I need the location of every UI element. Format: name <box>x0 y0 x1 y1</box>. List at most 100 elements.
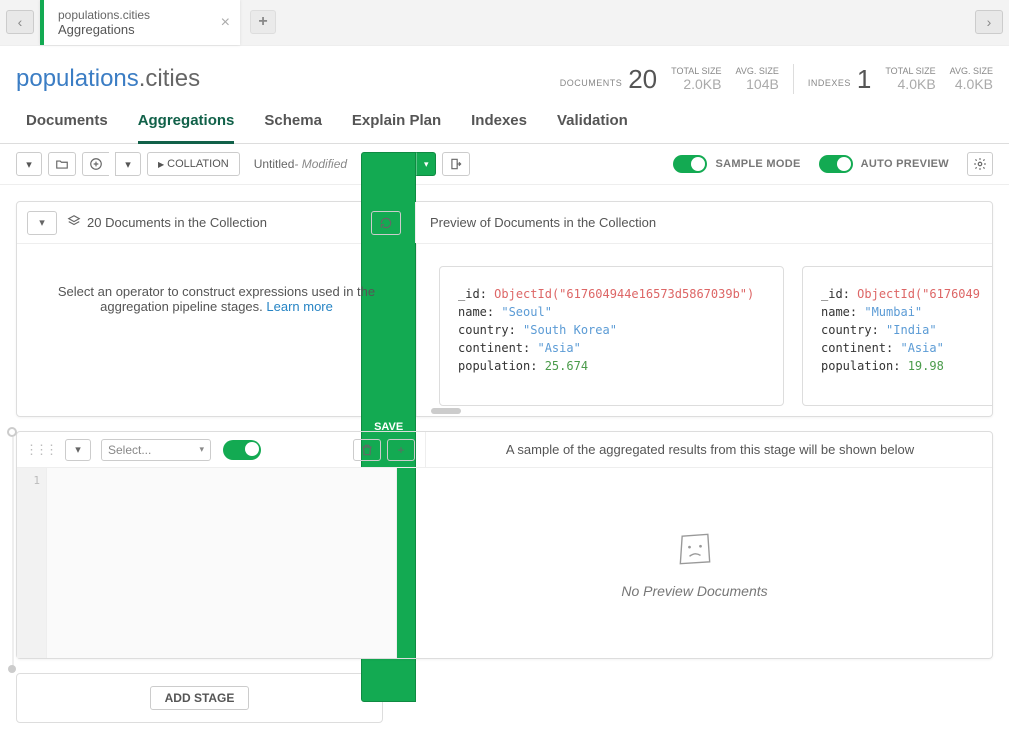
auto-preview-toggle-group: AUTO PREVIEW <box>819 155 949 173</box>
stat-avg-size-docs: AVG. SIZE 104B <box>735 66 778 92</box>
field-key: name <box>821 305 850 319</box>
source-hint: Select an operator to construct expressi… <box>17 244 417 416</box>
namespace-header: populations.cities DOCUMENTS 20 TOTAL SI… <box>0 46 1009 106</box>
namespace-title: populations.cities <box>16 65 200 93</box>
tab-schema[interactable]: Schema <box>264 106 322 143</box>
stat-label: TOTAL SIZE <box>671 66 721 76</box>
field-key: population <box>821 359 893 373</box>
collapse-button[interactable]: ▾ <box>27 211 57 235</box>
field-val: "Asia" <box>900 341 943 355</box>
save-caret[interactable]: ▾ <box>416 152 436 176</box>
stage-collapse-button[interactable]: ▾ <box>65 439 91 461</box>
stage-panel: ⋮⋮⋮ ▾ Select... ▾ + A sample of the aggr… <box>16 431 993 659</box>
gear-icon <box>973 157 987 171</box>
stat-label: AVG. SIZE <box>950 66 993 76</box>
add-after-stage-button[interactable]: + <box>387 439 415 461</box>
nav-forward-button[interactable]: › <box>975 10 1003 34</box>
new-pipeline-button[interactable] <box>82 152 109 176</box>
stat-label: INDEXES <box>808 78 851 92</box>
tab-explain-plan[interactable]: Explain Plan <box>352 106 441 143</box>
stat-value: 2.0KB <box>683 76 721 92</box>
learn-more-link[interactable]: Learn more <box>266 299 332 314</box>
new-pipeline-caret[interactable]: ▾ <box>115 152 141 176</box>
editor-content[interactable] <box>47 468 396 658</box>
separator <box>793 64 794 94</box>
pipeline-name-label: Untitled- Modified <box>246 157 355 171</box>
field-val: "6176049 <box>922 287 980 301</box>
stage-dot-top <box>7 427 17 437</box>
stat-label: AVG. SIZE <box>735 66 778 76</box>
separator <box>425 432 426 467</box>
stat-value: 4.0KB <box>955 76 993 92</box>
sample-mode-toggle[interactable] <box>673 155 707 173</box>
tab-documents[interactable]: Documents <box>26 106 108 143</box>
tab-subtitle: Aggregations <box>58 22 200 37</box>
collation-button[interactable]: ▶ COLLATION <box>147 152 240 176</box>
main-area: ▾ 20 Documents in the Collection Preview… <box>0 185 1009 735</box>
stat-avg-size-idx: AVG. SIZE 4.0KB <box>950 66 993 92</box>
doc-card: _id: ObjectId("6176049 name: "Mumbai" co… <box>802 266 992 406</box>
nav-back-button[interactable]: ‹ <box>6 10 34 34</box>
modified-indicator: - Modified <box>294 157 347 171</box>
trash-icon <box>360 443 374 457</box>
add-stage-button[interactable]: ADD STAGE <box>150 686 250 710</box>
drag-icon[interactable]: ⋮⋮⋮ <box>25 442 55 458</box>
caret-right-icon: ▶ <box>158 160 164 169</box>
stage-line <box>12 437 14 669</box>
tab-strip: ‹ populations.cities Aggregations × + › <box>0 0 1009 46</box>
add-stage-panel: ADD STAGE <box>16 673 383 723</box>
subtab-bar: Documents Aggregations Schema Explain Pl… <box>0 106 1009 144</box>
collation-label: COLLATION <box>167 158 229 170</box>
tab-validation[interactable]: Validation <box>557 106 628 143</box>
field-key: _id <box>458 287 480 301</box>
save-button-group: SAVE ▾ <box>361 152 436 176</box>
stat-value: 4.0KB <box>898 76 936 92</box>
field-key: country <box>821 323 872 337</box>
plus-circle-icon <box>89 157 103 171</box>
stage-wrapper: ⋮⋮⋮ ▾ Select... ▾ + A sample of the aggr… <box>16 431 993 659</box>
stage-preview: No Preview Documents <box>397 468 992 658</box>
open-folder-button[interactable] <box>48 152 76 176</box>
db-name: populations <box>16 65 139 92</box>
stage-body: 1 No Preview Documents <box>17 468 992 658</box>
doc-preview-row: _id: ObjectId("617604944e16573d5867039b"… <box>417 244 992 416</box>
line-number: 1 <box>33 474 40 487</box>
pipeline-menu-button[interactable]: ▾ <box>16 152 42 176</box>
stage-header: ⋮⋮⋮ ▾ Select... ▾ + A sample of the aggr… <box>17 432 992 468</box>
new-tab-button[interactable]: + <box>250 10 276 34</box>
field-val: "Asia" <box>537 341 580 355</box>
toolbar: ▾ ▾ ▶ COLLATION Untitled- Modified SAVE … <box>0 144 1009 185</box>
stat-total-size-docs: TOTAL SIZE 2.0KB <box>671 66 721 92</box>
export-icon <box>449 157 463 171</box>
stage-sample-text: A sample of the aggregated results from … <box>436 442 984 457</box>
stat-value: 104B <box>746 76 779 92</box>
source-panel: ▾ 20 Documents in the Collection Preview… <box>16 201 993 417</box>
close-icon[interactable]: × <box>221 14 230 32</box>
field-fn: ObjectId( <box>857 287 922 301</box>
delete-stage-button[interactable] <box>353 439 381 461</box>
operator-select[interactable]: Select... ▾ <box>101 439 211 461</box>
export-button[interactable] <box>442 152 470 176</box>
no-preview-icon <box>673 527 717 571</box>
layers-icon <box>67 214 81 231</box>
tab-indexes[interactable]: Indexes <box>471 106 527 143</box>
refresh-button[interactable] <box>371 211 401 235</box>
field-key: _id <box>821 287 843 301</box>
settings-button[interactable] <box>967 152 993 176</box>
field-val: "617604944e16573d5867039b" <box>559 287 747 301</box>
field-val: "India" <box>886 323 937 337</box>
field-val: 19.98 <box>908 359 944 373</box>
tab-aggregations[interactable]: Aggregations <box>138 106 235 143</box>
source-info: 20 Documents in the Collection <box>67 214 267 231</box>
tab-current[interactable]: populations.cities Aggregations × <box>40 0 240 45</box>
field-val: 25.674 <box>545 359 588 373</box>
field-key: country <box>458 323 509 337</box>
field-key: population <box>458 359 530 373</box>
scrollbar-thumb[interactable] <box>431 408 461 414</box>
stage-editor[interactable]: 1 <box>17 468 397 658</box>
stat-total-size-idx: TOTAL SIZE 4.0KB <box>885 66 935 92</box>
stage-dot-bottom <box>8 665 16 673</box>
stage-enabled-toggle[interactable] <box>223 440 261 460</box>
sample-mode-label: SAMPLE MODE <box>715 158 800 170</box>
auto-preview-toggle[interactable] <box>819 155 853 173</box>
